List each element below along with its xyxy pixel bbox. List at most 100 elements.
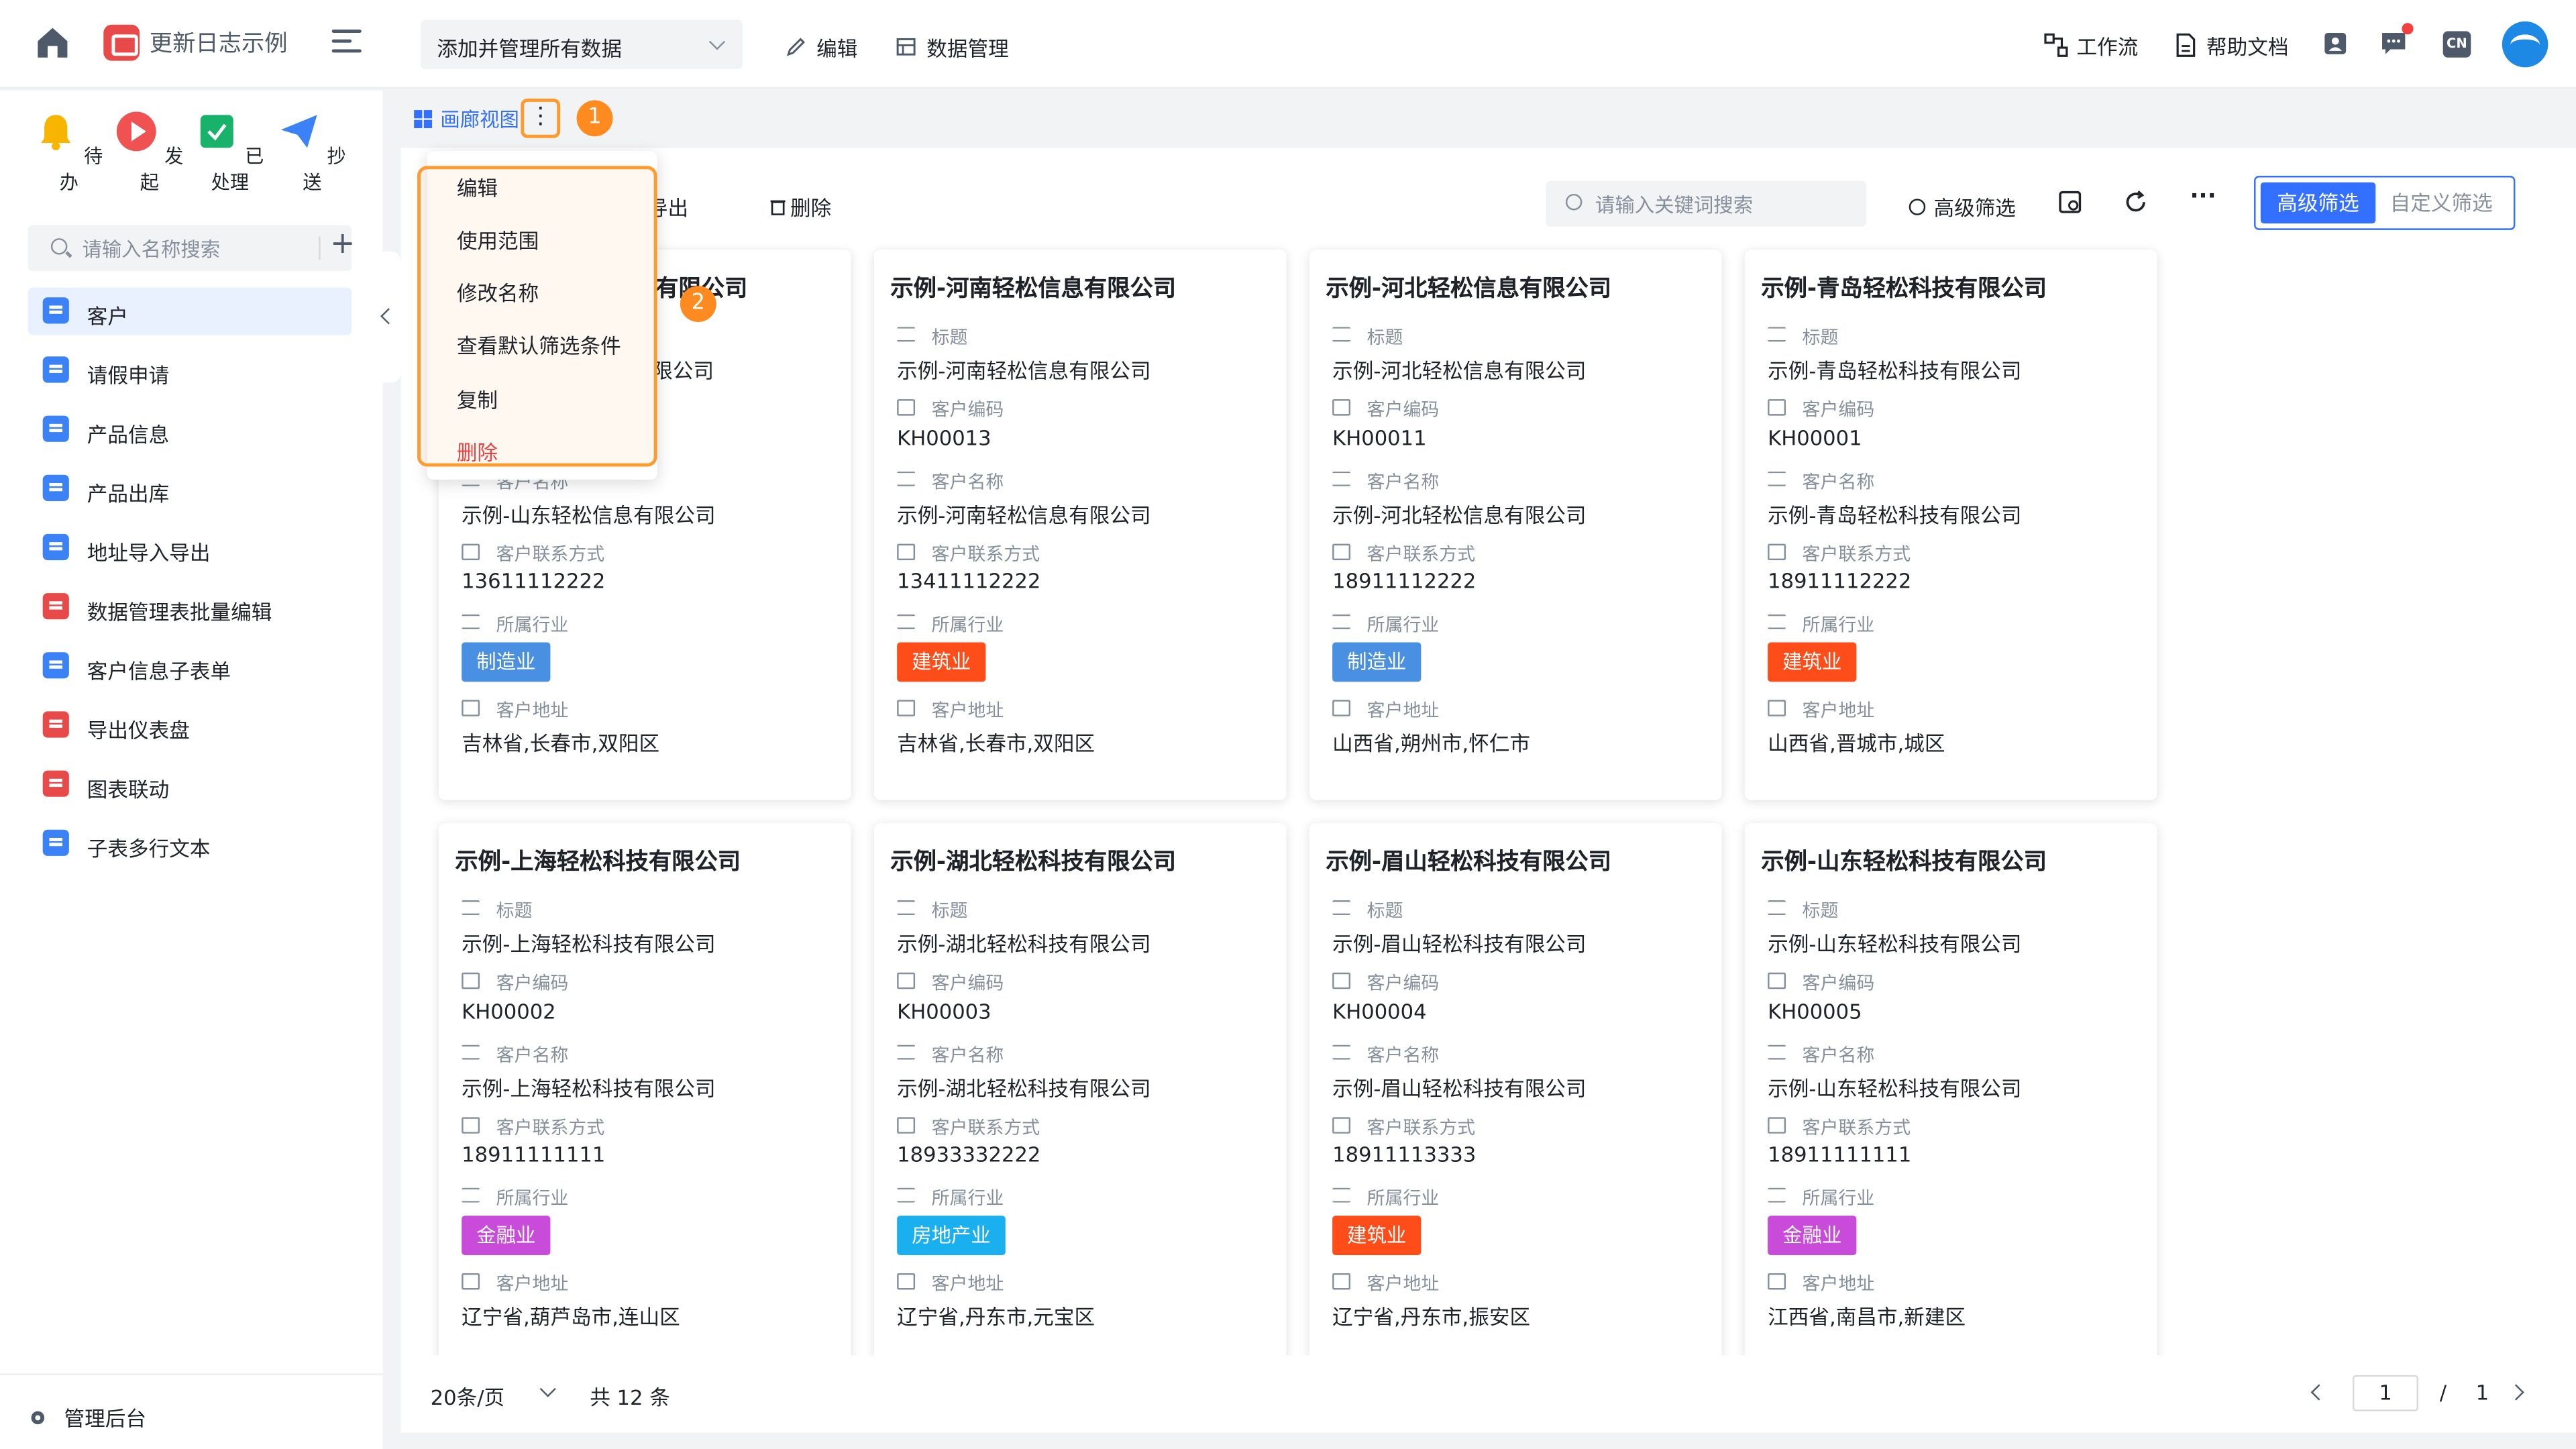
seg-advanced-filter[interactable]: 高级筛选 — [2260, 182, 2376, 224]
gallery-card[interactable]: 示例-河南轻松信息有限公司 标题 示例-河南轻松信息有限公司 客户编码 KH00013 客… — [873, 250, 1287, 800]
field-icon — [897, 900, 916, 916]
quick-cc[interactable]: 抄送 — [271, 110, 353, 195]
card-title: 示例-青岛轻松科技有限公司 — [1761, 276, 2047, 303]
field-value: 18911111111 — [462, 1142, 606, 1167]
sidebar-item-subform[interactable]: 客户信息子表单 — [28, 643, 352, 690]
field-icon — [1332, 1117, 1351, 1134]
field-icon — [462, 1117, 480, 1134]
contacts-icon[interactable] — [2323, 32, 2348, 56]
field-value: 示例-湖北轻松科技有限公司 — [897, 931, 1151, 957]
field-value: 示例-眉山轻松科技有限公司 — [1332, 1076, 1587, 1101]
gallery-card[interactable]: 示例-眉山轻松科技有限公司 标题 示例-眉山轻松科技有限公司 客户编码 KH00004 客… — [1309, 822, 1722, 1374]
quick-handled[interactable]: 已处理 — [189, 110, 271, 195]
keyword-search-placeholder: 请输入关键词搜索 — [1595, 193, 1754, 217]
field-icon — [1768, 1117, 1786, 1134]
admin-backend-link[interactable]: 管理后台 — [28, 1401, 146, 1433]
field-icon — [1768, 1044, 1786, 1060]
language-switch[interactable]: CN — [2443, 31, 2471, 58]
sidebar-item-export-dashboard[interactable]: 导出仪表盘 — [28, 702, 352, 749]
edit-app-button[interactable]: 编辑 — [786, 32, 858, 63]
field-label: 客户地址 — [462, 1270, 568, 1296]
gallery-grid-icon — [414, 110, 433, 129]
quick-todo[interactable]: 待办 — [28, 110, 110, 195]
field-value: 江西省,南昌市,新建区 — [1768, 1304, 1966, 1330]
field-value: 18911112222 — [1768, 568, 1912, 594]
edit-app-label: 编辑 — [816, 36, 858, 61]
field-label: 客户名称 — [1768, 468, 1874, 494]
sidebar-item-product-out[interactable]: 产品出库 — [28, 465, 352, 513]
delete-label: 删除 — [790, 195, 832, 221]
field-label: 客户编码 — [1332, 969, 1439, 996]
field-icon — [1332, 327, 1351, 342]
sidebar-item-address[interactable]: 地址导入导出 — [28, 524, 352, 572]
workflow-button[interactable]: 工作流 — [2044, 30, 2138, 61]
menu-toggle-icon[interactable] — [331, 30, 362, 56]
filter-mode-switch: 高级筛选 自定义筛选 — [2254, 176, 2516, 230]
page-number-input[interactable]: 1 — [2352, 1375, 2418, 1411]
data-manage-button[interactable]: 数据管理 — [896, 32, 1009, 63]
menu-item-scope[interactable]: 使用范围 — [457, 223, 539, 255]
sidebar-item-customer[interactable]: 客户 — [28, 287, 352, 335]
card-title: 示例-眉山轻松科技有限公司 — [1326, 849, 1612, 876]
field-icon — [1768, 972, 1786, 989]
next-page-icon[interactable] — [2508, 1384, 2524, 1401]
refresh-icon[interactable] — [2123, 189, 2149, 215]
menu-item-copy[interactable]: 复制 — [457, 383, 498, 415]
field-value: 18911112222 — [1332, 568, 1477, 594]
seg-custom-filter[interactable]: 自定义筛选 — [2375, 182, 2507, 223]
tab-gallery-view[interactable]: 画廊视图 — [414, 105, 519, 133]
gallery-card[interactable]: 示例-青岛轻松科技有限公司 标题 示例-青岛轻松科技有限公司 客户编码 KH00001 客… — [1744, 250, 2157, 800]
sidebar-item-label: 客户 — [87, 304, 129, 329]
avatar[interactable] — [2502, 21, 2548, 68]
keyword-search-input[interactable]: 请输入关键词搜索 — [1546, 180, 1867, 227]
add-form-icon[interactable]: + — [330, 227, 355, 261]
sidebar-item-multiline[interactable]: 子表多行文本 — [28, 820, 352, 867]
notification-dot — [2402, 23, 2414, 35]
field-label: 客户地址 — [897, 696, 1004, 722]
field-label: 所属行业 — [462, 611, 568, 637]
form-icon — [42, 474, 69, 501]
sidebar-item-product-info[interactable]: 产品信息 — [28, 406, 352, 453]
field-label: 客户地址 — [1768, 1270, 1874, 1296]
help-docs-button[interactable]: 帮助文档 — [2174, 30, 2288, 61]
advanced-filter-button[interactable]: 高级筛选 — [1909, 191, 2016, 222]
sidebar-item-label: 客户信息子表单 — [87, 659, 231, 684]
field-label: 客户联系方式 — [1332, 541, 1475, 567]
sidebar-item-leave[interactable]: 请假申请 — [28, 347, 352, 394]
menu-item-default-filter[interactable]: 查看默认筛选条件 — [457, 329, 621, 360]
sidebar-collapse-button[interactable] — [376, 251, 401, 383]
gallery-card[interactable]: 示例-湖北轻松科技有限公司 标题 示例-湖北轻松科技有限公司 客户编码 KH00003 客… — [873, 822, 1287, 1374]
delete-button[interactable]: 删除 — [769, 191, 831, 222]
industry-tag: 金融业 — [1768, 1216, 1857, 1256]
view-more-button[interactable]: ⋮ — [521, 98, 561, 138]
gallery-card[interactable]: 示例-上海轻松科技有限公司 标题 示例-上海轻松科技有限公司 客户编码 KH00002 客… — [438, 822, 851, 1374]
more-options-button[interactable]: ··· — [2190, 184, 2216, 210]
document-icon — [2176, 33, 2196, 57]
field-icon — [897, 1044, 916, 1060]
page-size-select[interactable]: 20条/页 — [431, 1380, 505, 1411]
column-settings-icon[interactable] — [2057, 189, 2083, 215]
form-search-input[interactable]: 请输入名称搜索 + — [28, 225, 355, 272]
gallery-card[interactable]: 示例-山东轻松科技有限公司 标题 示例-山东轻松科技有限公司 客户编码 KH00005 客… — [1744, 822, 2157, 1374]
dashboard-icon — [42, 711, 69, 738]
menu-item-delete[interactable]: 删除 — [457, 435, 498, 467]
home-icon[interactable] — [33, 23, 72, 62]
field-icon — [897, 471, 916, 486]
quick-start[interactable]: 发起 — [109, 110, 191, 195]
chevron-down-icon[interactable] — [539, 1381, 556, 1397]
dataset-select[interactable]: 添加并管理所有数据 — [420, 19, 743, 69]
sidebar-item-batch-edit[interactable]: 数据管理表批量编辑 — [28, 583, 352, 631]
menu-item-edit[interactable]: 编辑 — [457, 171, 498, 203]
menu-item-rename[interactable]: 修改名称 — [457, 276, 539, 307]
field-label: 客户地址 — [897, 1270, 1004, 1296]
sidebar-item-label: 导出仪表盘 — [87, 718, 190, 743]
admin-backend-label: 管理后台 — [64, 1406, 146, 1432]
field-value: 示例-青岛轻松科技有限公司 — [1768, 358, 2022, 383]
sidebar-item-chart-link[interactable]: 图表联动 — [28, 761, 352, 808]
field-value: 吉林省,长春市,双阳区 — [897, 731, 1095, 756]
prev-page-icon[interactable] — [2310, 1384, 2327, 1401]
pagination-bar: 20条/页 共 12 条 1 / 1 — [400, 1355, 2576, 1433]
app-title[interactable]: 更新日志示例 — [150, 26, 288, 59]
message-icon[interactable] — [2381, 32, 2407, 56]
gallery-card[interactable]: 示例-河北轻松信息有限公司 标题 示例-河北轻松信息有限公司 客户编码 KH00011 客… — [1309, 250, 1722, 800]
